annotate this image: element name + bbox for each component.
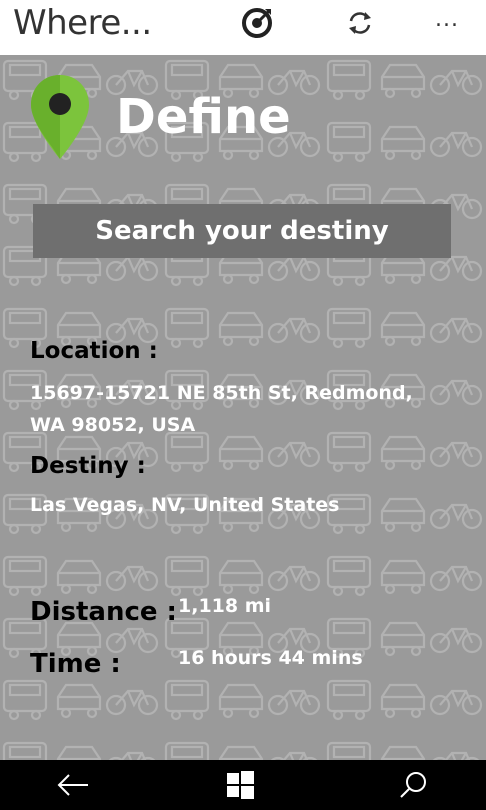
time-value: 16 hours 44 mins (178, 647, 363, 669)
location-label: Location : (30, 338, 158, 364)
windows-icon[interactable] (200, 760, 280, 810)
main-panel: Define Search your destiny Location : 15… (0, 55, 486, 760)
destiny-label: Destiny : (30, 453, 146, 479)
distance-value: 1,118 mi (178, 595, 272, 617)
system-nav-bar (0, 760, 486, 810)
title-bar: Where... ... (0, 0, 486, 55)
distance-label: Distance : (30, 597, 177, 627)
refresh-icon[interactable] (343, 6, 377, 40)
location-value: 15697-15721 NE 85th St, Redmond, WA 9805… (30, 382, 413, 436)
destiny-value: Las Vegas, NV, United States (30, 494, 340, 516)
search-destiny-button[interactable]: Search your destiny (33, 204, 451, 258)
map-pin-icon (31, 75, 89, 159)
time-label: Time : (30, 649, 121, 679)
page-title: Define (116, 89, 291, 145)
search-icon[interactable] (373, 760, 453, 810)
back-arrow-icon[interactable] (33, 760, 113, 810)
app-title: Where... (13, 3, 152, 43)
target-icon[interactable] (240, 6, 274, 40)
more-icon[interactable]: ... (430, 2, 464, 36)
